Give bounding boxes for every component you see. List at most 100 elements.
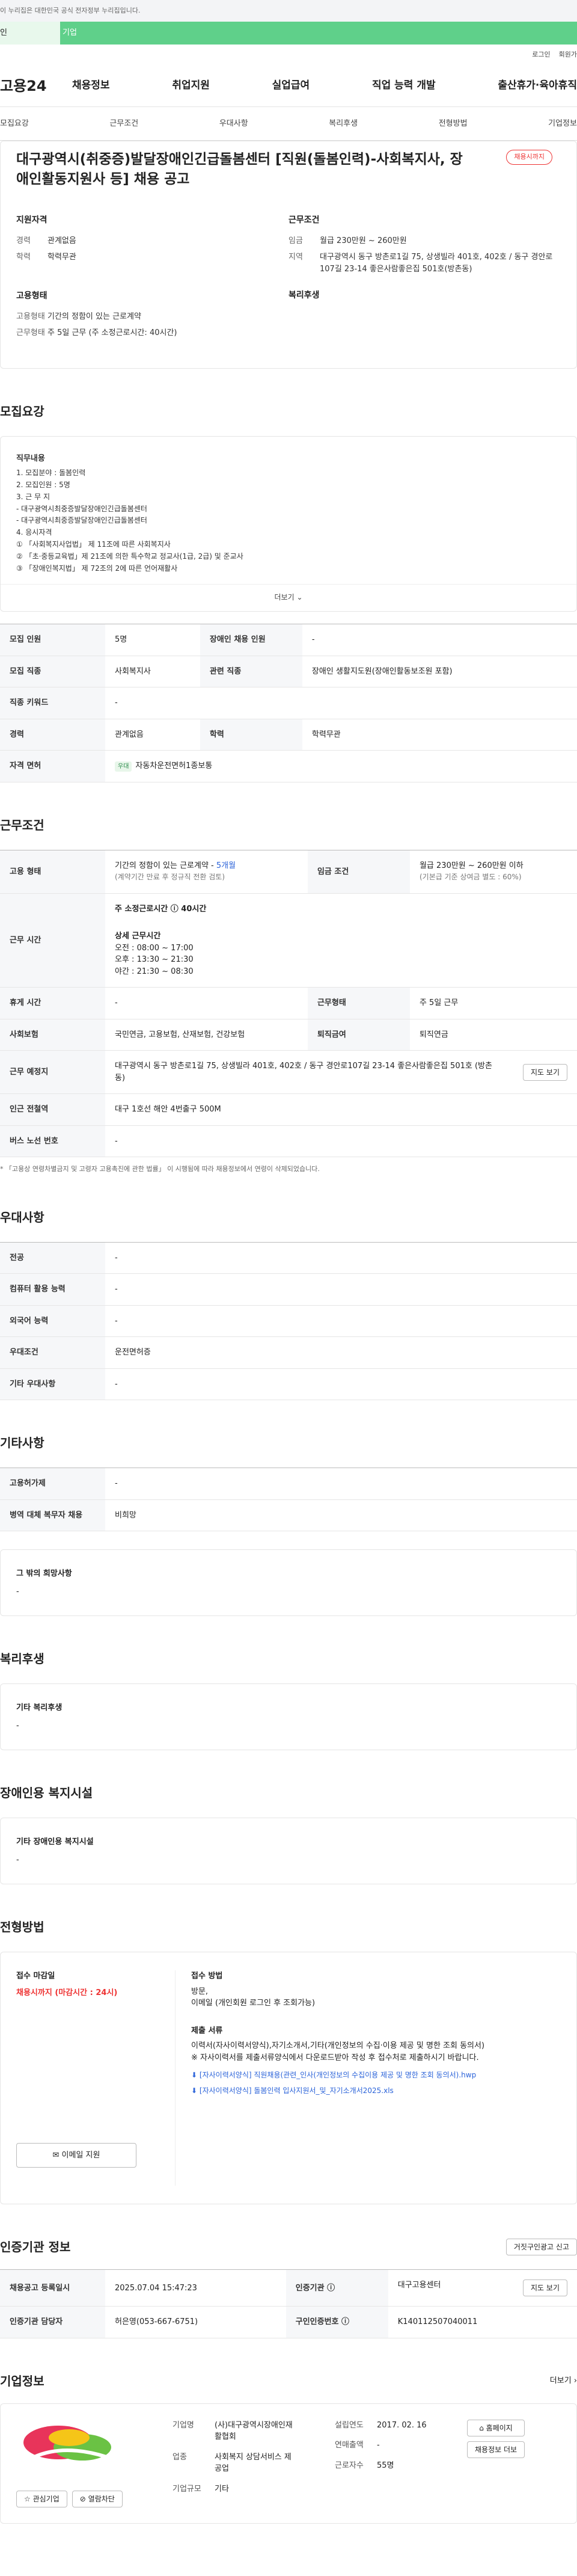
job-description-box: 직무내용 1. 모집분야 : 돌봄인력 2. 모집인원 : 5명 3. 근 무 … [0, 435, 577, 612]
cell-value: 운전면허증 [105, 1336, 577, 1369]
table-row: 채용공고 등록일시 2025.07.04 15:47:23 인증기관 ⓘ 대구고용센터… [0, 2269, 577, 2307]
gnb-item-parental-leave[interactable]: 출산휴가·육아휴직 [498, 78, 577, 94]
cell-value: - [105, 1305, 577, 1338]
time-line: 오전 : 08:00 ~ 17:00 [115, 943, 194, 953]
work-section-title: 근무조건 [0, 817, 44, 832]
job-title: 대구광역시(취중증)발달장애인긴급돌봄센터 [직원(돌봄인력)-사회복지사, 장… [16, 152, 463, 188]
table-row: 병역 대체 복무자 채용 비희망 [0, 1499, 577, 1532]
map-button[interactable]: 지도 보기 [523, 2279, 567, 2297]
email-apply-button[interactable]: ✉ 이메일 지원 [16, 2142, 136, 2168]
preferred-tag: 우대 [115, 761, 132, 772]
gnb-item-jobs[interactable]: 채용정보 [72, 78, 110, 94]
more-button[interactable]: 더보기 ⌄ [1, 584, 576, 603]
gnb-item-vocational-training[interactable]: 직업 능력 개발 [372, 78, 436, 94]
time-line: 오후 : 13:30 ~ 21:30 [115, 955, 194, 965]
tab-recruit[interactable]: 모집요강 [0, 118, 29, 130]
company-industry: 사회복지 상담서비스 제공업 [215, 2452, 292, 2474]
cell-value: - [105, 1468, 577, 1500]
table-row: 인근 전철역 대구 1호선 해안 4번출구 500M [0, 1093, 577, 1126]
cell-label: 근무형태 [307, 987, 410, 1019]
table-row: 근무 시간 주 소정근로시간 ⓘ 40시간 상세 근무시간 오전 : 08:00 ~ … [0, 893, 577, 988]
cell-label: 모집 인원 [0, 624, 105, 656]
more-label: 더보기 [274, 593, 295, 602]
site-logo[interactable]: 고용24 [0, 75, 72, 97]
deadline-value: 채용시까지 (마감시간 : 24시) [16, 1988, 118, 1997]
method-line: 이메일 (개인회원 로그인 후 조회가능) [191, 1999, 316, 2008]
job-desc-line: 2. 모집인원 : 5명 [16, 480, 70, 489]
table-row: 휴게 시간 - 근무형태 주 5일 근무 [0, 987, 577, 1019]
gnb-item-employment-support[interactable]: 취업지원 [172, 78, 210, 94]
favorite-label: 관심기업 [32, 2494, 60, 2503]
cell-label: 구인인증번호 ⓘ [285, 2306, 388, 2338]
cert-table: 채용공고 등록일시 2025.07.04 15:47:23 인증기관 ⓘ 대구고용센터… [0, 2269, 577, 2338]
report-false-ad-button[interactable]: 거짓구인광고 신고 [505, 2239, 577, 2256]
wage-cell: 월급 230만원 ~ 260만원 이하 (기본급 기준 상여금 별도 : 60%) [409, 850, 577, 894]
place-value: 대구광역시 동구 방촌로1길 75, 상생빌라 401호, 402호 / 동구 … [115, 1062, 492, 1083]
cell-label: 사회보험 [0, 1019, 105, 1051]
email-apply-label: 이메일 지원 [61, 2150, 100, 2160]
docs-line: 이력서(자사이력서양식),자기소개서,기타(개인정보의 수집·이용 제공 및 명… [191, 2041, 485, 2051]
file-link[interactable]: ⬇ [자사이력서양식] 돌봄인력 입사지원서_및_자기소개서2025.xls [191, 2085, 561, 2096]
table-row: 인증기관 담당자 허은영(053-667-6751) 구인인증번호 ⓘ K140112… [0, 2306, 577, 2338]
gnb-item-unemployment-benefit[interactable]: 실업급여 [272, 78, 310, 94]
signup-link[interactable]: 회원가 [559, 50, 577, 60]
etc-wish-heading: 그 밖의 희망사항 [16, 1569, 72, 1579]
emp-months: 5개월 [216, 861, 236, 870]
education-value: 학력무관 [47, 253, 76, 262]
table-row: 컴퓨터 활용 능력 - [0, 1273, 577, 1306]
deadline-badge: 채용시까지 [506, 150, 552, 165]
file-name: [자사이력서양식] 직원채용(관련_인사(개인정보의 수집이용 제공 및 명한 … [199, 2071, 477, 2080]
job-desc-line: - 대구광역시최중증발달장애인긴급돌봄센터 [16, 504, 147, 513]
tab-work-conditions[interactable]: 근무조건 [109, 118, 138, 130]
company-more-link[interactable]: 더보기 › [550, 2375, 577, 2387]
company-logo: ☆ 관심기업 ⊘ 열람차단 [16, 2420, 172, 2507]
welfare-section-title: 복리후생 [0, 1652, 44, 1667]
wage-value: 월급 230만원 ~ 260만원 [320, 236, 407, 245]
license-cell: 우대 자동차운전면허1종보통 [105, 750, 577, 782]
download-icon: ⬇ [191, 2086, 198, 2095]
cell-value: - [302, 624, 577, 656]
company-section-title: 기업정보 [0, 2373, 44, 2388]
tab-selection[interactable]: 전형방법 [439, 118, 468, 130]
apply-box: 접수 마감일 채용시까지 (마감시간 : 24시) ✉ 이메일 지원 접수 방법… [0, 1952, 577, 2205]
table-row: 모집 직종 사회복지사 관련 직종 장애인 생활지도원(장애인활동보조원 포함) [0, 656, 577, 688]
cell-value: K140112507040011 [388, 2306, 577, 2338]
work-table: 고용 형태 기간의 정함이 있는 근로계약 - 5개월 (계약기간 만료 후 정규직… [0, 849, 577, 1158]
company-field-label: 기업규모 [172, 2484, 201, 2494]
table-row: 외국어 능력 - [0, 1305, 577, 1338]
deadline-heading: 접수 마감일 [16, 1972, 55, 1981]
tab-preferences[interactable]: 우대사항 [219, 118, 248, 130]
favorite-company-button[interactable]: ☆ 관심기업 [16, 2490, 67, 2507]
login-link[interactable]: 로그인 [532, 50, 550, 60]
cell-value: 관계없음 [105, 719, 200, 751]
cell-label: 버스 노선 번호 [0, 1125, 105, 1158]
section-tabs: 모집요강 근무조건 우대사항 복리후생 전형방법 기업정보 [0, 107, 577, 141]
employment-heading: 고용형태 [16, 290, 47, 301]
gov-banner-right[interactable]: 기업 [60, 22, 577, 45]
cell-label: 직종 키워드 [0, 687, 105, 719]
cell-label: 모집 직종 [0, 656, 105, 688]
job-desc-line: - 대구광역시최중증발달장애인긴급돌봄센터 [16, 516, 147, 525]
recruit-section-title: 모집요강 [0, 404, 44, 419]
location-value: 대구광역시 동구 방촌로1길 75, 상생빌라 401호, 402호 / 동구 … [320, 253, 553, 274]
gov-banner-left[interactable]: 인 [0, 22, 60, 45]
cell-label: 전공 [0, 1242, 105, 1274]
homepage-button[interactable]: ⌂ 홈페이지 [467, 2419, 525, 2436]
cell-label: 학력 [200, 719, 302, 751]
recruit-table: 모집 인원 5명 장애인 채용 인원 - 모집 직종 사회복지사 관련 직종 장애인 생활지… [0, 624, 577, 782]
tab-company[interactable]: 기업정보 [548, 118, 577, 130]
cell-label: 퇴직금여 [307, 1019, 410, 1051]
map-button[interactable]: 지도 보기 [523, 1063, 567, 1081]
job-desc-line: 1. 모집분야 : 돌봄인력 [16, 469, 86, 478]
qualification-heading: 지원자격 [16, 215, 47, 225]
company-name: (사)대구광역시장애인재활협회 [215, 2420, 293, 2442]
table-row: 버스 노선 번호 - [0, 1125, 577, 1158]
company-listings-button[interactable]: 채용정보 더보 [467, 2441, 525, 2458]
emp-cell: 기간의 정함이 있는 근로계약 - 5개월 (계약기간 만료 후 정규직 전환 검… [105, 850, 308, 894]
tab-welfare[interactable]: 복리후생 [329, 118, 358, 130]
cell-label: 인증기관 ⓘ [285, 2269, 388, 2307]
job-desc-line: ③ 「장애인복지법」 제 72조의 2에 따른 언어재활사 [16, 564, 178, 573]
file-link[interactable]: ⬇ [자사이력서양식] 직원채용(관련_인사(개인정보의 수집이용 제공 및 명… [191, 2070, 561, 2080]
block-company-button[interactable]: ⊘ 열람차단 [72, 2490, 123, 2507]
etc-table: 고용허가제 - 병역 대체 복무자 채용 비희망 [0, 1468, 577, 1532]
